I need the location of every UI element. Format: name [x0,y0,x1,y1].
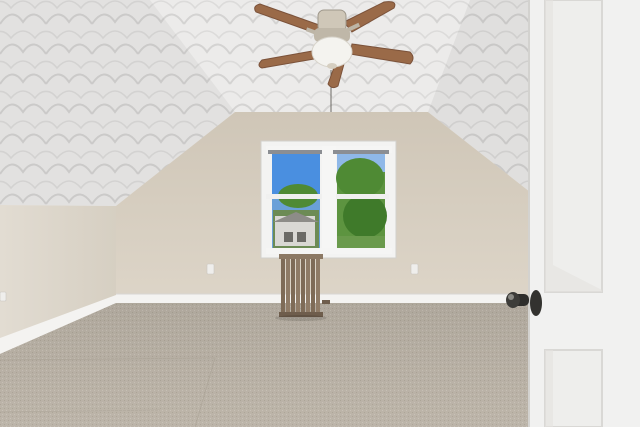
double-window [260,140,397,259]
room-illustration [0,0,640,427]
attic-room-photo [0,0,640,427]
door-panel-lower [544,349,603,427]
door-panel-upper [544,0,603,293]
